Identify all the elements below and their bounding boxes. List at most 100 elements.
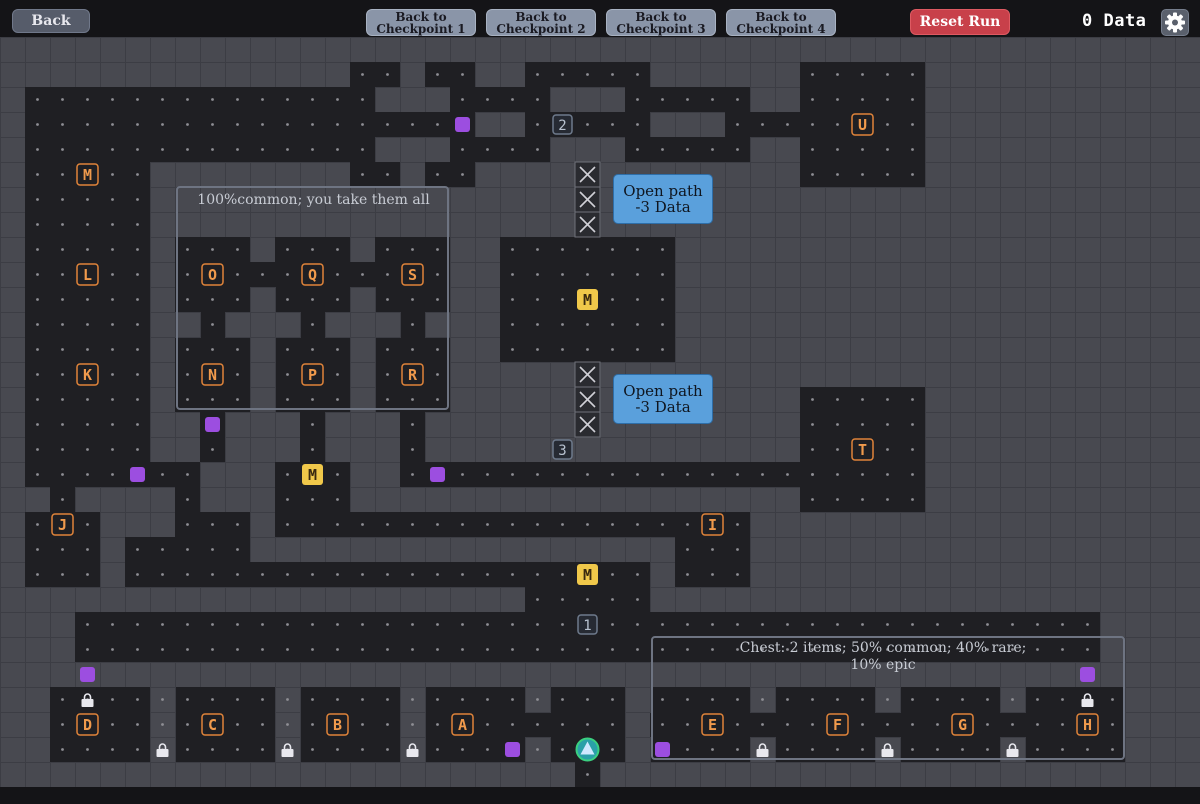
floor-dot xyxy=(386,523,389,526)
merchant-node[interactable]: M xyxy=(302,464,323,485)
merchant-node[interactable]: M xyxy=(577,564,598,585)
floor-tile xyxy=(350,62,400,87)
floor-dot xyxy=(186,523,189,526)
room-node-a[interactable]: A xyxy=(451,713,474,736)
floor-dot xyxy=(611,523,614,526)
merchant-label: M xyxy=(308,466,317,484)
floor-dot xyxy=(136,723,139,726)
floor-dot xyxy=(586,773,589,776)
data-chip-icon[interactable] xyxy=(80,667,95,682)
floor-dot xyxy=(586,248,589,251)
floor-dot xyxy=(61,148,64,151)
floor-dot xyxy=(111,473,114,476)
open-path-button[interactable]: Open path -3 Data xyxy=(613,174,713,224)
floor-dot xyxy=(911,423,914,426)
data-chip-icon[interactable] xyxy=(205,417,220,432)
room-node-t[interactable]: T xyxy=(851,438,874,461)
floor-dot xyxy=(286,573,289,576)
data-chip-icon[interactable] xyxy=(430,467,445,482)
floor-dot xyxy=(636,623,639,626)
blocked-x-icon xyxy=(574,211,601,238)
back-to-checkpoint-1-button[interactable]: Back to Checkpoint 1 xyxy=(366,9,476,36)
floor-dot xyxy=(861,173,864,176)
floor-dot xyxy=(436,623,439,626)
data-chip-icon[interactable] xyxy=(505,742,520,757)
room-node-k[interactable]: K xyxy=(76,363,99,386)
floor-dot xyxy=(311,698,314,701)
data-chip-icon[interactable] xyxy=(455,117,470,132)
blocked-x-icon xyxy=(574,386,601,413)
player-triangle-icon[interactable] xyxy=(575,737,600,762)
reset-run-button[interactable]: Reset Run xyxy=(910,9,1010,35)
floor-dot xyxy=(686,473,689,476)
checkpoint-2-marker[interactable]: 2 xyxy=(552,114,573,135)
top-toolbar: Back Back to Checkpoint 1 Back to Checkp… xyxy=(0,0,1200,37)
back-to-checkpoint-3-button[interactable]: Back to Checkpoint 3 xyxy=(606,9,716,36)
floor-dot xyxy=(411,648,414,651)
bottom-bar xyxy=(0,787,1200,804)
room-node-d[interactable]: D xyxy=(76,713,99,736)
floor-dot xyxy=(336,498,339,501)
button-label-line: Open path xyxy=(623,182,703,200)
floor-dot xyxy=(711,98,714,101)
back-to-checkpoint-2-button[interactable]: Back to Checkpoint 2 xyxy=(486,9,596,36)
checkpoint-1-marker[interactable]: 1 xyxy=(577,614,598,635)
checkpoint-3-marker[interactable]: 3 xyxy=(552,439,573,460)
floor-dot xyxy=(286,473,289,476)
room-node-l[interactable]: L xyxy=(76,263,99,286)
floor-dot xyxy=(986,623,989,626)
floor-dot xyxy=(586,273,589,276)
floor-dot xyxy=(136,98,139,101)
game-board: ABCDEFGHIJKLMNOPQRSTUMMM123 100%common; … xyxy=(0,37,1200,787)
floor-dot xyxy=(561,473,564,476)
floor-dot xyxy=(136,398,139,401)
data-chip-icon[interactable] xyxy=(130,467,145,482)
room-node-j[interactable]: J xyxy=(51,513,74,536)
floor-dot xyxy=(586,698,589,701)
floor-dot xyxy=(336,523,339,526)
lock-body xyxy=(156,749,169,757)
back-to-checkpoint-4-button[interactable]: Back to Checkpoint 4 xyxy=(726,9,836,36)
floor-dot xyxy=(186,98,189,101)
floor-dot xyxy=(236,723,239,726)
room-node-c[interactable]: C xyxy=(201,713,224,736)
floor-dot xyxy=(811,98,814,101)
floor-dot xyxy=(511,573,514,576)
room-node-u[interactable]: U xyxy=(851,113,874,136)
back-button[interactable]: Back xyxy=(12,9,90,33)
floor-dot xyxy=(586,723,589,726)
floor-dot xyxy=(86,448,89,451)
floor-dot xyxy=(536,598,539,601)
floor-dot xyxy=(536,573,539,576)
floor-tile xyxy=(350,162,400,187)
room-node-label: U xyxy=(858,116,867,134)
merchant-node[interactable]: M xyxy=(577,289,598,310)
floor-dot xyxy=(161,98,164,101)
floor-dot xyxy=(486,748,489,751)
floor-dot xyxy=(511,523,514,526)
floor-dot xyxy=(86,348,89,351)
floor-dot xyxy=(511,323,514,326)
floor-dot xyxy=(661,273,664,276)
floor-tile xyxy=(450,137,550,162)
room-node-b[interactable]: B xyxy=(326,713,349,736)
floor-dot xyxy=(736,573,739,576)
floor-dot xyxy=(861,148,864,151)
floor-dot xyxy=(536,123,539,126)
floor-dot xyxy=(686,148,689,151)
open-path-button[interactable]: Open path -3 Data xyxy=(613,374,713,424)
floor-dot xyxy=(611,298,614,301)
floor-dot xyxy=(61,723,64,726)
floor-dot xyxy=(286,123,289,126)
floor-dot xyxy=(136,323,139,326)
floor-dot xyxy=(911,623,914,626)
room-node-i[interactable]: I xyxy=(701,513,724,536)
floor-dot xyxy=(486,698,489,701)
floor-dot xyxy=(811,423,814,426)
floor-dot xyxy=(61,123,64,126)
floor-dot xyxy=(811,498,814,501)
floor-dot xyxy=(386,123,389,126)
floor-dot xyxy=(111,698,114,701)
room-node-m[interactable]: M xyxy=(76,163,99,186)
settings-button[interactable] xyxy=(1161,9,1189,36)
